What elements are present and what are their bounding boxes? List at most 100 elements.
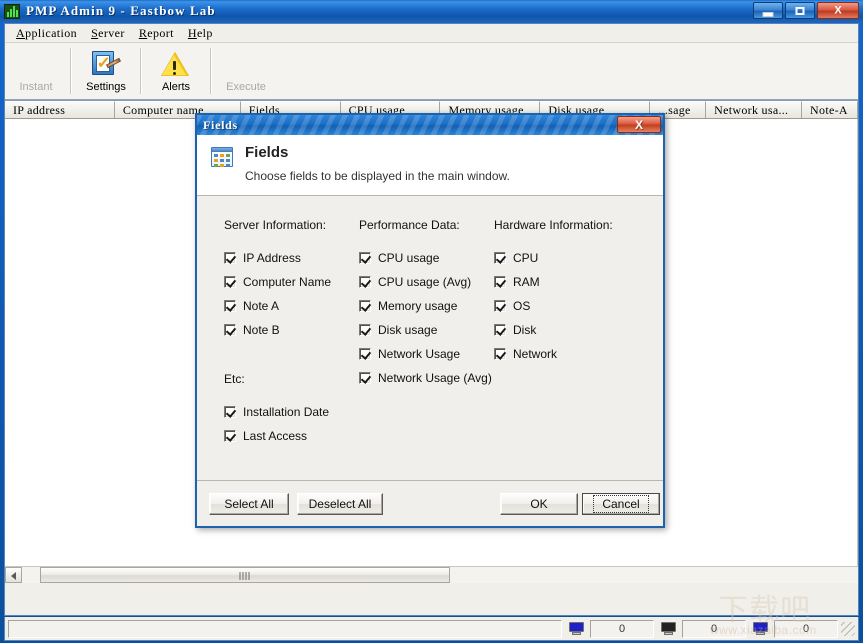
horizontal-scroll-thumb[interactable] [40, 567, 450, 583]
application-window: PMP Admin 9 - Eastbow Lab X Application … [0, 0, 863, 643]
checkbox-row-memory-usage[interactable]: Memory usage [359, 294, 494, 318]
toolbar-separator [70, 48, 72, 94]
checkbox-row-cpu-usage-avg[interactable]: CPU usage (Avg) [359, 270, 494, 294]
group-label-etc: Etc: [224, 371, 245, 386]
statusbar-count-2: 0 [682, 619, 746, 638]
checkbox-last-access[interactable] [224, 429, 236, 442]
left-arrow-icon[interactable] [5, 567, 22, 583]
toolbar-separator [210, 48, 212, 94]
warning-icon [160, 49, 192, 79]
scroll-track[interactable] [22, 567, 858, 583]
window-title: PMP Admin 9 - Eastbow Lab [26, 3, 216, 18]
checkbox-computer-name[interactable] [224, 275, 236, 288]
checkbox-ram[interactable] [494, 275, 506, 288]
group-label-performance-data: Performance Data: [359, 217, 460, 232]
label-network-usage: Network Usage [378, 346, 461, 361]
statusbar: 0 0 0 [4, 617, 859, 641]
deselect-all-button[interactable]: Deselect All [297, 493, 383, 515]
group-label-server-information: Server Information: [224, 217, 327, 232]
label-cpu-usage-avg: CPU usage (Avg) [378, 274, 472, 289]
toolbar-button-instant[interactable]: Instant [5, 43, 67, 99]
column-header-ip-address[interactable]: IP address [5, 101, 115, 118]
checkbox-note-a[interactable] [224, 299, 236, 312]
dialog-titlebar[interactable]: Fields X [197, 115, 663, 135]
checkbox-os[interactable] [494, 299, 506, 312]
checkbox-note-b[interactable] [224, 323, 236, 336]
menu-server[interactable]: Server [84, 25, 132, 42]
blank-icon [20, 49, 52, 79]
group-server-information: Server Information: IP Address Computer … [224, 218, 359, 448]
dialog-title: Fields [203, 117, 238, 132]
checkbox-row-note-b[interactable]: Note B [224, 318, 359, 342]
checkbox-cpu-usage[interactable] [359, 251, 371, 264]
column-header-note-a[interactable]: Note-A [802, 101, 858, 118]
checkbox-ip-address[interactable] [224, 251, 236, 264]
toolbar-button-settings[interactable]: ✓ Settings [75, 43, 137, 99]
column-header-network-usage[interactable]: Network usa... [706, 101, 803, 118]
label-cpu: CPU [513, 250, 539, 265]
minimize-button[interactable] [753, 2, 783, 19]
chart-bars-icon [4, 3, 20, 19]
fields-grid-icon [211, 147, 233, 167]
close-icon: X [834, 4, 842, 16]
dialog-footer: Select All Deselect All OK Cancel [197, 480, 663, 526]
menu-report[interactable]: Report [132, 25, 181, 42]
checkbox-disk-usage[interactable] [359, 323, 371, 336]
checkbox-row-installation-date[interactable]: Installation Date [224, 400, 359, 424]
monitor-dark-icon [657, 620, 679, 638]
checkbox-row-disk-usage[interactable]: Disk usage [359, 318, 494, 342]
checkbox-installation-date[interactable] [224, 405, 236, 418]
select-all-button[interactable]: Select All [209, 493, 289, 515]
label-disk-usage: Disk usage [378, 322, 438, 337]
checkbox-cpu[interactable] [494, 251, 506, 264]
checkbox-row-ip-address[interactable]: IP Address [224, 246, 359, 270]
cancel-button[interactable]: Cancel [582, 493, 660, 515]
blank-icon [230, 49, 262, 79]
toolbar-label-settings: Settings [86, 81, 126, 93]
checkbox-memory-usage[interactable] [359, 299, 371, 312]
label-note-b: Note B [243, 322, 280, 337]
dialog-close-button[interactable]: X [617, 116, 661, 133]
label-ram: RAM [513, 274, 540, 289]
field-groups: Server Information: IP Address Computer … [197, 218, 663, 448]
ok-button[interactable]: OK [500, 493, 578, 515]
label-cpu-usage: CPU usage [378, 250, 440, 265]
label-computer-name: Computer Name [243, 274, 332, 289]
close-icon: X [634, 117, 644, 132]
checkbox-row-ram[interactable]: RAM [494, 270, 624, 294]
horizontal-scrollbar[interactable] [5, 566, 858, 583]
checkbox-network-usage[interactable] [359, 347, 371, 360]
checkbox-row-network-usage-avg[interactable]: Network Usage (Avg) [359, 366, 494, 390]
toolbar: Instant ✓ Settings Alerts Execute [5, 43, 858, 100]
checkbox-row-computer-name[interactable]: Computer Name [224, 270, 359, 294]
resize-grip-icon[interactable] [841, 621, 855, 636]
checkbox-network-usage-avg[interactable] [359, 371, 371, 384]
toolbar-button-alerts[interactable]: Alerts [145, 43, 207, 99]
checkbox-row-network[interactable]: Network [494, 342, 624, 366]
maximize-button[interactable] [785, 2, 815, 19]
checkbox-cpu-usage-avg[interactable] [359, 275, 371, 288]
label-disk: Disk [513, 322, 537, 337]
toolbar-button-execute[interactable]: Execute [215, 43, 277, 99]
checkbox-row-cpu-usage[interactable]: CPU usage [359, 246, 494, 270]
monitor-blue-icon [749, 620, 771, 638]
checkbox-disk[interactable] [494, 323, 506, 336]
fields-dialog: Fields X Fields Choose fields to be disp… [195, 113, 665, 528]
window-titlebar[interactable]: PMP Admin 9 - Eastbow Lab X [0, 0, 863, 22]
menu-application[interactable]: Application [9, 25, 84, 42]
checkbox-network[interactable] [494, 347, 506, 360]
checkbox-row-last-access[interactable]: Last Access [224, 424, 359, 448]
settings-icon: ✓ [90, 49, 122, 79]
dialog-description: Choose fields to be displayed in the mai… [245, 168, 510, 183]
menu-help[interactable]: Help [181, 25, 220, 42]
checkbox-row-os[interactable]: OS [494, 294, 624, 318]
checkbox-row-network-usage[interactable]: Network Usage [359, 342, 494, 366]
group-performance-data: Performance Data: CPU usage CPU usage (A… [359, 218, 494, 448]
dialog-heading: Fields [245, 144, 289, 161]
checkbox-row-disk[interactable]: Disk [494, 318, 624, 342]
close-button[interactable]: X [817, 2, 859, 19]
dialog-body: Server Information: IP Address Computer … [197, 195, 663, 480]
window-frame: PMP Admin 9 - Eastbow Lab X Application … [0, 0, 863, 643]
checkbox-row-cpu[interactable]: CPU [494, 246, 624, 270]
checkbox-row-note-a[interactable]: Note A [224, 294, 359, 318]
